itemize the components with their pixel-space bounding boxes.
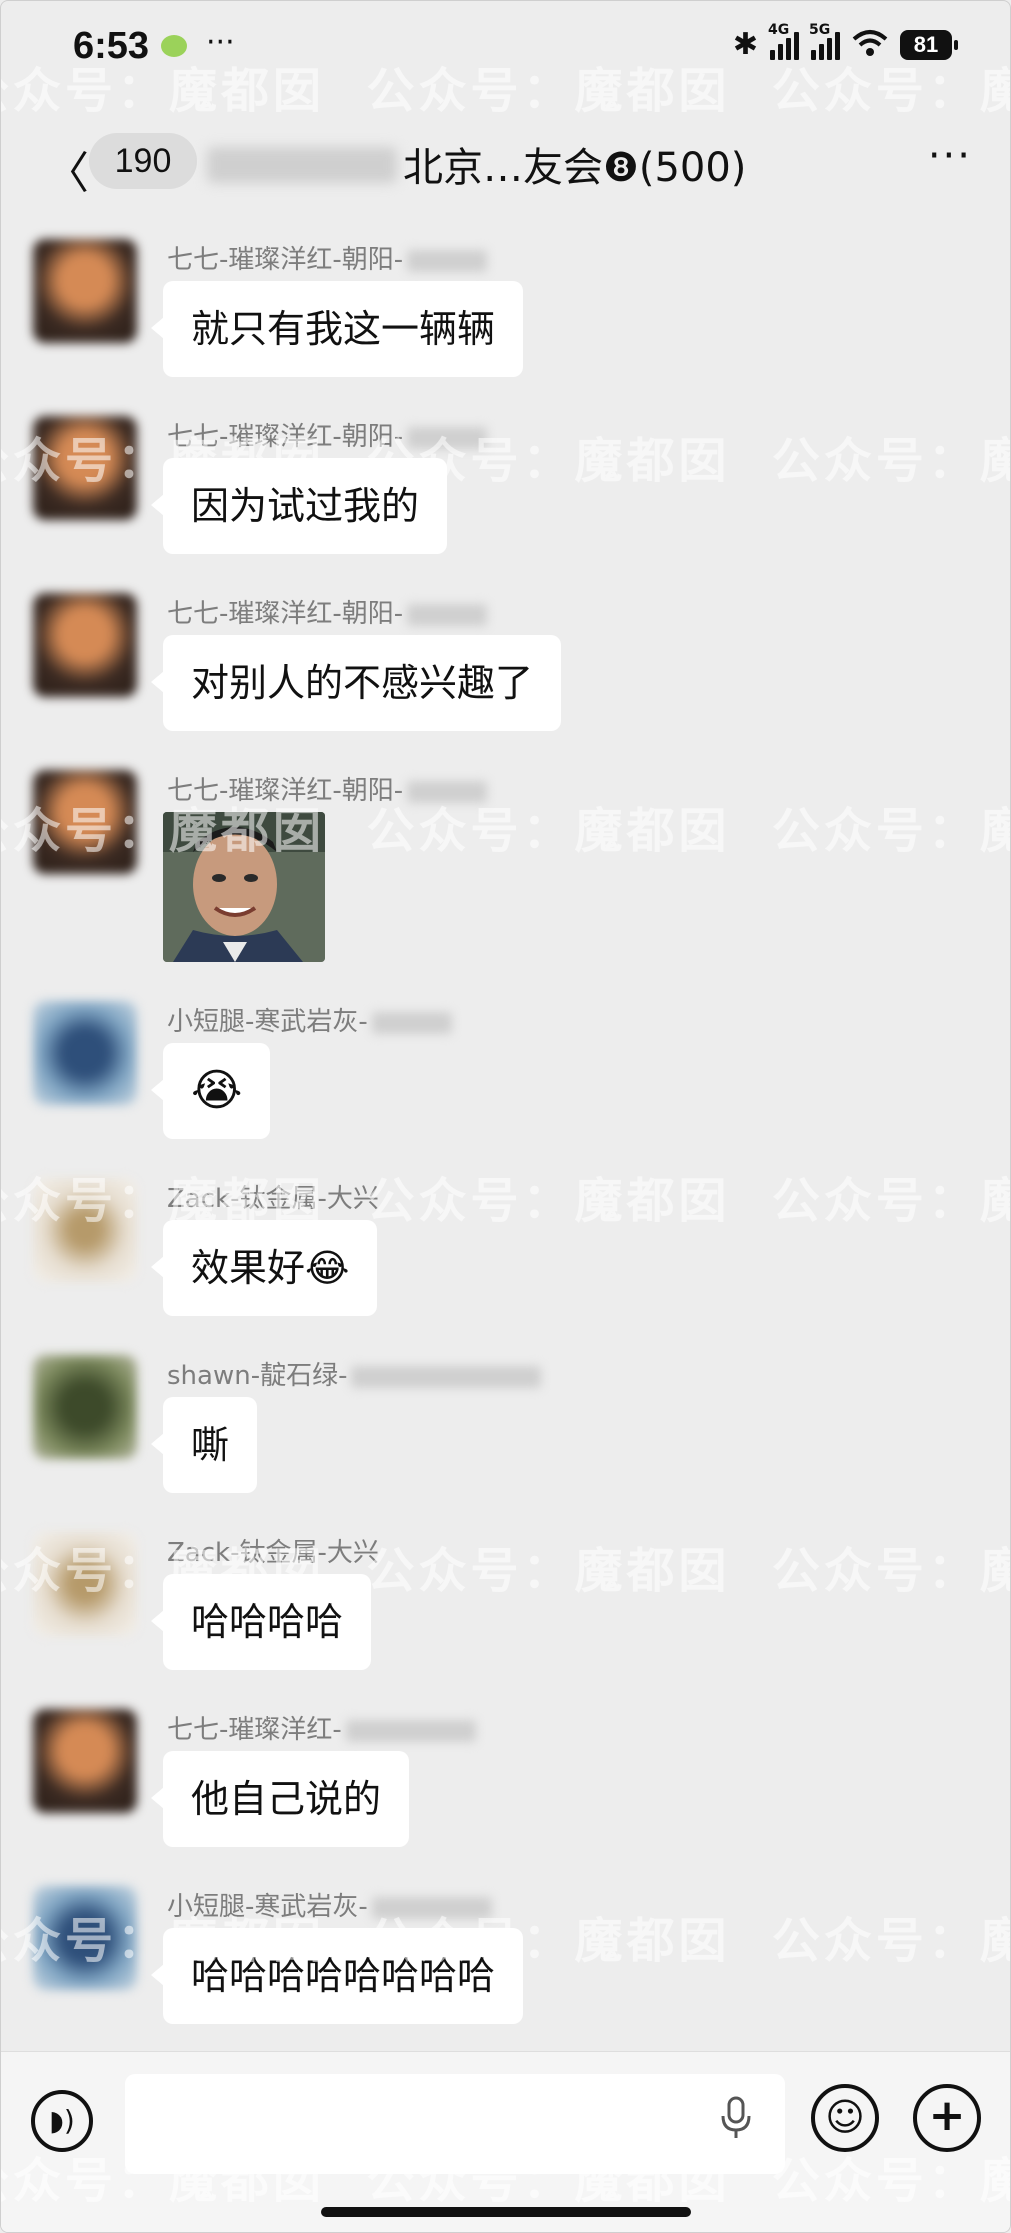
avatar[interactable]: [33, 770, 137, 874]
plus-icon[interactable]: +: [913, 2084, 981, 2152]
sender-name: 七七-璀璨洋红-朝阳-: [167, 770, 488, 807]
sender-name: 七七-璀璨洋红-朝阳-: [167, 239, 488, 276]
message-bubble[interactable]: 😭: [150, 1043, 271, 1139]
watermark-text: 公众号：魔都囡 公众号：魔都囡 公众号：魔都囡: [1, 803, 1010, 859]
redacted-title-part: [207, 147, 397, 183]
message-bubble[interactable]: 哈哈哈哈哈哈哈哈: [150, 1928, 524, 2024]
avatar[interactable]: [33, 1886, 137, 1990]
message-bubble[interactable]: 哈哈哈哈: [150, 1574, 372, 1670]
more-options-icon[interactable]: ···: [928, 133, 972, 179]
avatar[interactable]: [33, 1709, 137, 1813]
sender-name: Zack-钛金属-大兴: [167, 1538, 379, 1568]
emoji-icon[interactable]: ☺: [811, 2084, 879, 2152]
message-bubble[interactable]: 效果好😂: [150, 1220, 378, 1316]
voice-mode-icon[interactable]: ◗): [31, 2090, 93, 2152]
sender-name: 七七-璀璨洋红-朝阳-: [167, 593, 488, 630]
avatar[interactable]: [33, 593, 137, 697]
input-bar: ◗) ☺ +: [1, 2051, 1010, 2232]
message-bubble[interactable]: 对别人的不感兴趣了: [150, 635, 562, 731]
bluetooth-icon: ✱: [732, 27, 758, 62]
avatar[interactable]: [33, 1355, 137, 1459]
sender-name: Zack-钛金属-大兴: [167, 1184, 379, 1214]
watermark-text: 公众号：魔都囡 公众号：魔都囡 公众号：魔都囡: [1, 1173, 1010, 1229]
sender-name: 小短腿-寒武岩灰-: [167, 1001, 452, 1038]
sender-name: 七七-璀璨洋红-朝阳-: [167, 416, 488, 453]
sender-name: shawn-靛石绿-: [167, 1355, 542, 1392]
avatar[interactable]: [33, 416, 137, 520]
watermark-text: 公众号：魔都囡 公众号：魔都囡 公众号：魔都囡: [1, 1543, 1010, 1599]
home-indicator[interactable]: [321, 2207, 691, 2217]
battery-icon: 81: [900, 29, 958, 60]
chat-header: 〈 190 北京…友会❽(500) ···: [1, 111, 1010, 211]
sticker-image[interactable]: [163, 812, 325, 962]
message-bubble[interactable]: 因为试过我的: [150, 458, 448, 554]
status-bar: 6:53 ··· ✱ 4G 5G 81: [1, 1, 1010, 101]
message-bubble[interactable]: 嘶: [150, 1397, 258, 1493]
unread-count-badge[interactable]: 190: [89, 133, 197, 189]
avatar[interactable]: [33, 239, 137, 343]
clock: 6:53: [73, 25, 150, 67]
avatar[interactable]: [33, 1001, 137, 1105]
back-arrow-icon[interactable]: 〈: [45, 137, 89, 201]
sender-name: 七七-璀璨洋红-: [167, 1709, 476, 1746]
more-notifications-icon: ···: [206, 25, 235, 60]
microphone-icon[interactable]: [719, 2096, 753, 2150]
wechat-notification-icon: [161, 35, 187, 57]
signal-4g-icon: 4G: [768, 22, 799, 60]
sender-name: 小短腿-寒武岩灰-: [167, 1886, 492, 1923]
avatar[interactable]: [33, 1532, 137, 1636]
wifi-icon: [852, 29, 888, 61]
message-bubble[interactable]: 他自己说的: [150, 1751, 410, 1847]
watermark-text: 公众号：魔都囡 公众号：魔都囡 公众号：魔都囡: [1, 433, 1010, 489]
message-input[interactable]: [125, 2074, 785, 2174]
signal-5g-icon: 5G: [809, 22, 840, 60]
message-bubble[interactable]: 就只有我这一辆辆: [150, 281, 524, 377]
chat-title[interactable]: 北京…友会❽(500): [403, 135, 746, 193]
chat-screen: 6:53 ··· ✱ 4G 5G 81 〈 190 北京…友会❽(500) ··…: [0, 0, 1011, 2233]
avatar[interactable]: [33, 1178, 137, 1282]
